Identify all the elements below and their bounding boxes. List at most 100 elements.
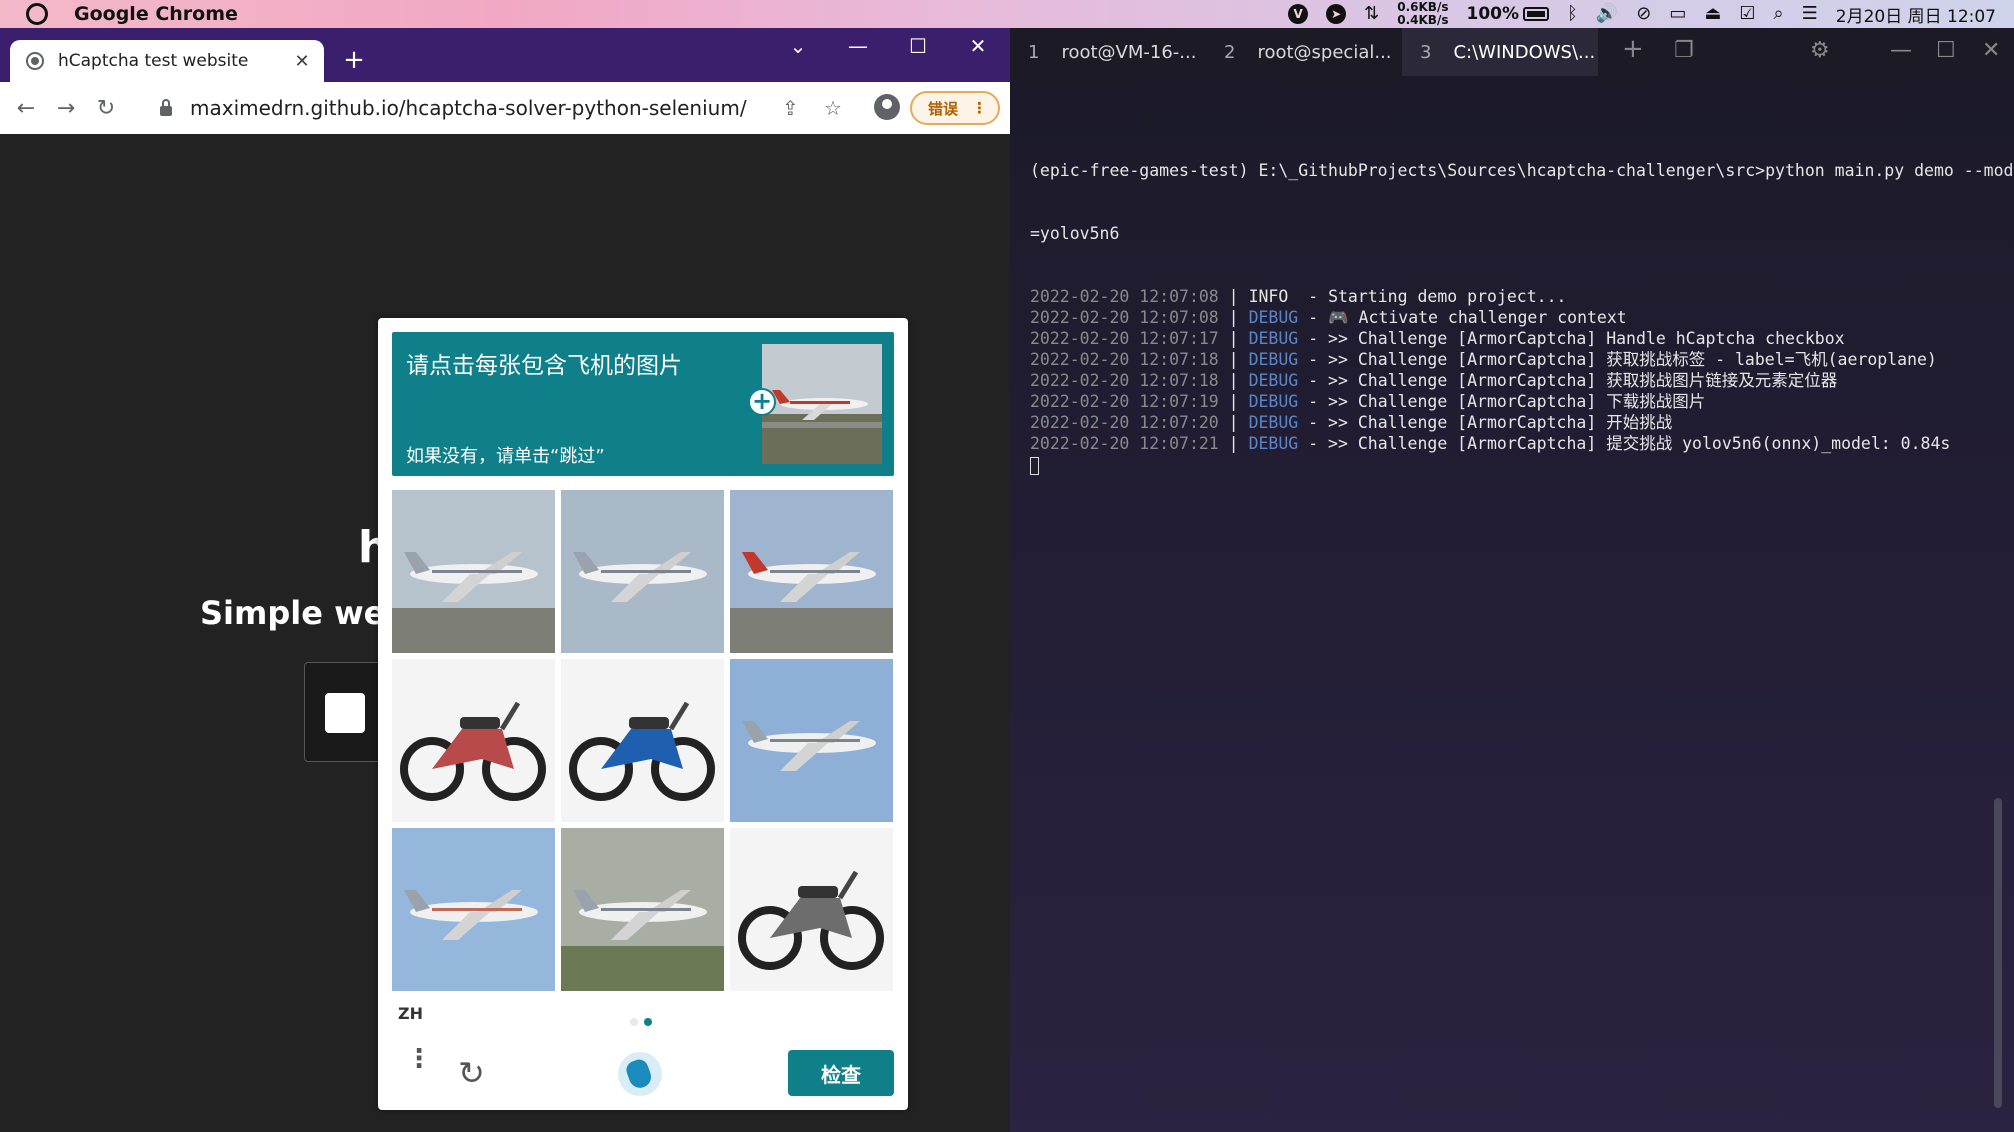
log-separator: |	[1218, 392, 1249, 411]
log-separator: |	[1218, 287, 1249, 306]
log-message: >> Challenge [ArmorCaptcha] 获取挑战标签 - lab…	[1328, 350, 1937, 369]
settings-gear-icon[interactable]: ⚙	[1810, 38, 1830, 63]
forward-button[interactable]: →	[46, 96, 86, 121]
log-message: >> Challenge [ArmorCaptcha] 获取挑战图片链接及元素定…	[1328, 371, 1838, 390]
challenge-image-6[interactable]	[730, 659, 893, 822]
terminal-tab-1[interactable]: 1 root@VM-16-...	[1010, 28, 1200, 76]
lock-icon[interactable]	[160, 99, 172, 116]
aeroplane-image	[730, 490, 893, 653]
back-button[interactable]: ←	[6, 96, 46, 121]
challenge-image-1[interactable]	[392, 490, 555, 653]
new-tab-button[interactable]: +	[340, 46, 368, 74]
example-expand-icon[interactable]: +	[748, 388, 776, 416]
checkbox-app-icon[interactable]: ☑	[1739, 5, 1755, 23]
challenge-image-4[interactable]	[392, 659, 555, 822]
challenge-image-2[interactable]	[561, 490, 724, 653]
display-icon[interactable]: ▭	[1669, 5, 1686, 23]
log-separator: |	[1218, 371, 1249, 390]
tab-search-chevron-icon[interactable]: ⌄	[778, 34, 818, 58]
log-separator: -	[1298, 308, 1329, 327]
battery-indicator[interactable]: 100%	[1466, 4, 1550, 24]
aeroplane-image	[392, 490, 555, 653]
terminal-scrollbar[interactable]	[1994, 798, 2002, 1108]
eject-icon[interactable]: ⏏	[1704, 5, 1721, 23]
tab-close-icon[interactable]: ✕	[288, 51, 316, 72]
pager-dot[interactable]	[630, 1018, 638, 1026]
chrome-error-menu-button[interactable]: 错误 ⋮	[910, 91, 1000, 125]
active-app-name[interactable]: Google Chrome	[74, 3, 238, 25]
url-text[interactable]: maximedrn.github.io/hcaptcha-solver-pyth…	[190, 96, 747, 120]
terminal-close-button[interactable]: ✕	[1982, 38, 2000, 63]
example-airplane-image	[762, 344, 882, 464]
terminal-prompt-line[interactable]	[1030, 454, 2000, 475]
log-timestamp: 2022-02-20 12:07:20	[1030, 413, 1219, 432]
log-message: Starting demo project...	[1328, 287, 1567, 306]
challenge-image-8[interactable]	[561, 828, 724, 991]
browser-tab-active[interactable]: hCaptcha test website ✕	[10, 40, 324, 82]
example-image[interactable]	[762, 344, 882, 464]
log-message: >> Challenge [ArmorCaptcha] 下载挑战图片	[1328, 392, 1706, 411]
vpn-icon[interactable]: V	[1288, 4, 1309, 24]
network-arrows-icon: ⇅	[1364, 3, 1380, 24]
bookmark-star-icon[interactable]: ☆	[824, 96, 842, 120]
control-center-icon[interactable]: ☰	[1802, 5, 1818, 23]
share-icon[interactable]: ⇪	[782, 96, 799, 120]
terminal-command-line: (epic-free-games-test) E:\_GithubProject…	[1030, 161, 2014, 180]
terminal-maximize-button[interactable]: ☐	[1936, 38, 1956, 63]
terminal-tab-3[interactable]: 3 C:\WINDOWS\...	[1402, 28, 1598, 76]
wifi-off-icon[interactable]: ⊘	[1636, 5, 1651, 23]
menubar-clock[interactable]: 2月20日 周日 12:07	[1836, 2, 1996, 27]
terminal-log-line: 2022-02-20 12:07:08 | DEBUG - 🎮 Activate…	[1030, 307, 2000, 328]
log-timestamp: 2022-02-20 12:07:18	[1030, 350, 1219, 369]
maximize-button[interactable]: ☐	[898, 34, 938, 58]
apple-menu-icon[interactable]	[26, 3, 48, 25]
motorcycle-image	[561, 659, 724, 822]
terminal-output[interactable]: (epic-free-games-test) E:\_GithubProject…	[1030, 118, 2014, 475]
profile-avatar-icon[interactable]	[874, 94, 900, 120]
language-selector[interactable]: ZH	[398, 1004, 423, 1023]
challenge-image-7[interactable]	[392, 828, 555, 991]
network-speed[interactable]: 0.6KB/s 0.4KB/s	[1397, 1, 1448, 27]
reload-button[interactable]: ↻	[86, 96, 126, 121]
challenge-image-3[interactable]	[730, 490, 893, 653]
log-separator: |	[1218, 434, 1249, 453]
aeroplane-image	[561, 828, 724, 991]
log-separator: |	[1218, 308, 1249, 327]
address-bar[interactable]: maximedrn.github.io/hcaptcha-solver-pyth…	[146, 88, 766, 128]
challenge-image-9[interactable]	[730, 828, 893, 991]
tab-title: hCaptcha test website	[58, 51, 249, 71]
tab-dropdown-icon[interactable]: ❐	[1674, 38, 1694, 63]
log-level: DEBUG	[1248, 308, 1299, 327]
log-level: DEBUG	[1248, 434, 1299, 453]
minimize-button[interactable]: —	[838, 34, 878, 58]
log-separator: -	[1298, 329, 1329, 348]
challenge-image-grid	[392, 490, 894, 991]
challenge-prompt-hint: 如果没有，请单击“跳过”	[406, 446, 605, 467]
bluetooth-icon[interactable]: ᛒ	[1567, 5, 1578, 23]
challenge-pager	[630, 1018, 652, 1026]
log-timestamp: 2022-02-20 12:07:19	[1030, 392, 1219, 411]
terminal-log-line: 2022-02-20 12:07:20 | DEBUG - >> Challen…	[1030, 412, 2000, 433]
pager-dot[interactable]	[644, 1018, 652, 1026]
log-message: >> Challenge [ArmorCaptcha] 提交挑战 yolov5n…	[1328, 434, 1951, 453]
refresh-challenge-icon[interactable]: ↻	[458, 1054, 485, 1092]
more-options-icon[interactable]: ⋮	[406, 1046, 432, 1072]
search-icon[interactable]: ⌕	[1774, 5, 1784, 23]
terminal-tab-number: 1	[1028, 41, 1040, 63]
site-favicon-icon	[26, 52, 44, 70]
terminal-tab-strip: 1 root@VM-16-... 2 root@special... 3 C:\…	[1010, 28, 2014, 76]
new-terminal-tab-icon[interactable]: +	[1622, 34, 1644, 64]
challenge-image-5[interactable]	[561, 659, 724, 822]
kebab-menu-icon: ⋮	[972, 99, 988, 117]
log-separator: -	[1298, 371, 1329, 390]
close-window-button[interactable]: ✕	[958, 34, 998, 58]
log-level: DEBUG	[1248, 329, 1299, 348]
volume-icon[interactable]: 🔊	[1596, 5, 1618, 23]
check-button[interactable]: 检查	[788, 1050, 894, 1096]
log-separator: -	[1288, 287, 1329, 306]
terminal-minimize-button[interactable]: —	[1890, 38, 1912, 63]
terminal-command-wrap: =yolov5n6	[1030, 224, 1120, 243]
telegram-icon[interactable]: ➤	[1326, 4, 1347, 24]
terminal-tab-2[interactable]: 2 root@special...	[1206, 28, 1396, 76]
hcaptcha-logo-icon[interactable]	[618, 1052, 662, 1096]
